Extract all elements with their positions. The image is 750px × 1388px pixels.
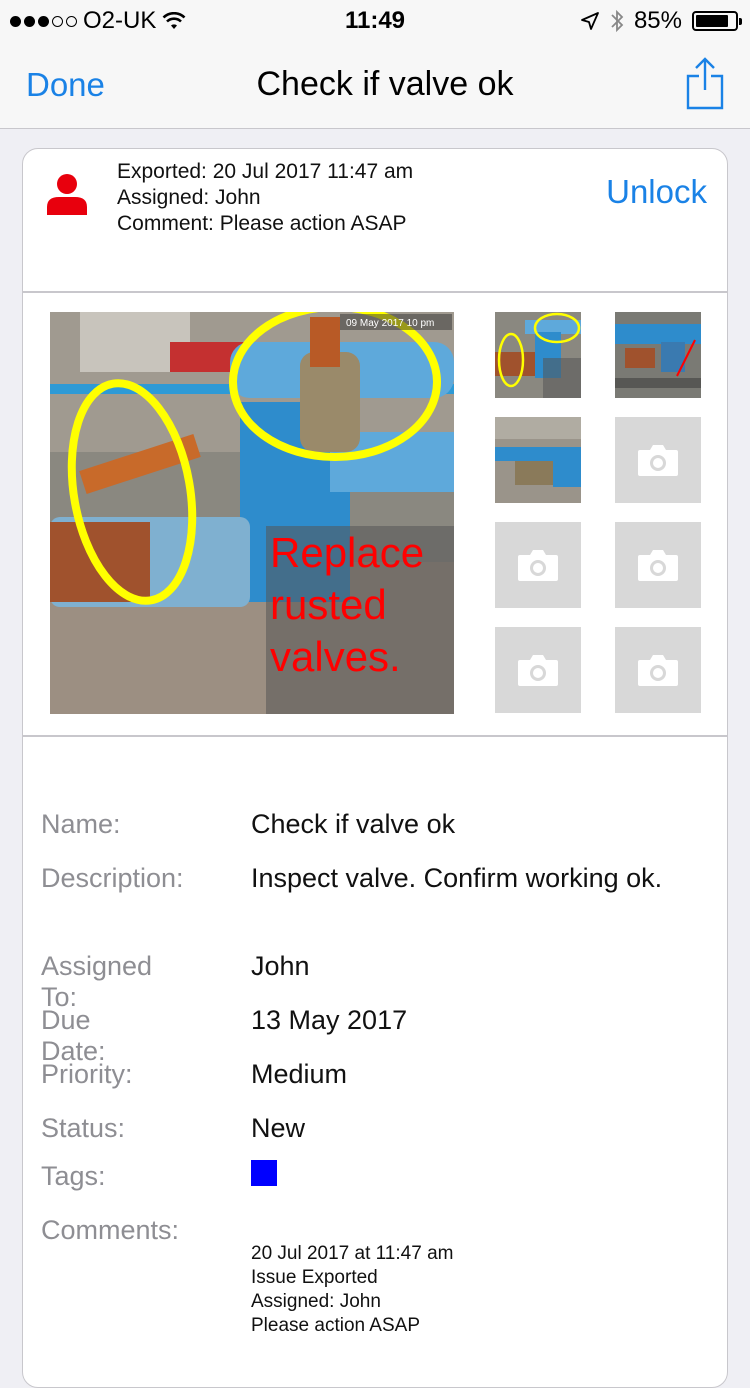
camera-icon: [518, 550, 558, 581]
bluetooth-icon: [611, 9, 624, 33]
name-value: Check if valve ok: [251, 809, 456, 839]
unlock-button[interactable]: Unlock: [606, 173, 707, 211]
status-value: New: [251, 1113, 306, 1143]
empty-photo-slot[interactable]: [615, 627, 701, 713]
divider: [23, 735, 727, 737]
due-date-label: Due Date:: [41, 1005, 106, 1066]
description-label: Description:: [41, 863, 184, 893]
due-date-value: 13 May 2017: [251, 1005, 408, 1035]
thumbnail-image: [495, 417, 581, 503]
camera-icon: [638, 445, 678, 476]
name-label: Name:: [41, 809, 121, 839]
photo-thumbnail-2[interactable]: [615, 312, 701, 398]
navigation-bar: Done Check if valve ok: [0, 40, 750, 129]
photo-annotation-line2: rusted: [270, 581, 387, 628]
empty-photo-slot[interactable]: [495, 522, 581, 608]
issue-card: Exported: 20 Jul 2017 11:47 am Assigned:…: [22, 148, 728, 1388]
empty-photo-slot[interactable]: [615, 417, 701, 503]
priority-label: Priority:: [41, 1059, 133, 1089]
comment-line: Issue Exported: [251, 1267, 378, 1288]
page-title: Check if valve ok: [256, 65, 514, 103]
location-arrow-icon: [581, 12, 599, 30]
comment-line: Comment: Please action ASAP: [117, 212, 407, 235]
comment-line: 20 Jul 2017 at 11:47 am: [251, 1243, 454, 1264]
tags-label: Tags:: [41, 1161, 106, 1191]
tag-color-swatch[interactable]: [251, 1160, 277, 1186]
thumbnail-image: [615, 312, 701, 398]
valve-photo-image: 09 May 2017 10 pm Replace rusted valves.: [50, 312, 454, 714]
camera-icon: [638, 550, 678, 581]
camera-icon: [518, 655, 558, 686]
priority-value: Medium: [251, 1059, 348, 1089]
assigned-to-value: John: [251, 951, 310, 981]
person-icon: [47, 174, 87, 215]
comments-label: Comments:: [41, 1215, 180, 1245]
assigned-to-label: Assigned To:: [41, 951, 153, 1012]
comments-list: 20 Jul 2017 at 11:47 am Issue Exported A…: [251, 1242, 453, 1338]
status-bar: O2-UK 11:49 85%: [0, 0, 750, 40]
comment-line: Please action ASAP: [251, 1315, 420, 1336]
description-value: Inspect valve. Confirm working ok.: [251, 863, 663, 893]
status-label: Status:: [41, 1113, 126, 1143]
battery-fill: [696, 15, 728, 27]
battery-percent: 85%: [633, 7, 682, 34]
share-icon[interactable]: [686, 56, 724, 112]
status-right: 85%: [580, 7, 742, 35]
photo-thumbnail-3[interactable]: [495, 417, 581, 503]
assigned-line: Assigned: John: [117, 186, 261, 209]
battery-icon: [692, 11, 742, 31]
export-info: Exported: 20 Jul 2017 11:47 am Assigned:…: [117, 159, 413, 237]
photo-thumbnail-1[interactable]: [495, 312, 581, 398]
photo-timestamp: 09 May 2017 10 pm: [346, 318, 434, 329]
comment-line: Assigned: John: [251, 1291, 381, 1312]
exported-line: Exported: 20 Jul 2017 11:47 am: [117, 160, 414, 183]
empty-photo-slot[interactable]: [615, 522, 701, 608]
photo-annotation-line3: valves.: [270, 633, 401, 680]
camera-icon: [638, 655, 678, 686]
divider: [23, 291, 727, 293]
main-photo[interactable]: 09 May 2017 10 pm Replace rusted valves.: [50, 312, 454, 714]
empty-photo-slot[interactable]: [495, 627, 581, 713]
photo-annotation-line1: Replace: [270, 529, 424, 576]
thumbnail-image: [495, 312, 581, 398]
